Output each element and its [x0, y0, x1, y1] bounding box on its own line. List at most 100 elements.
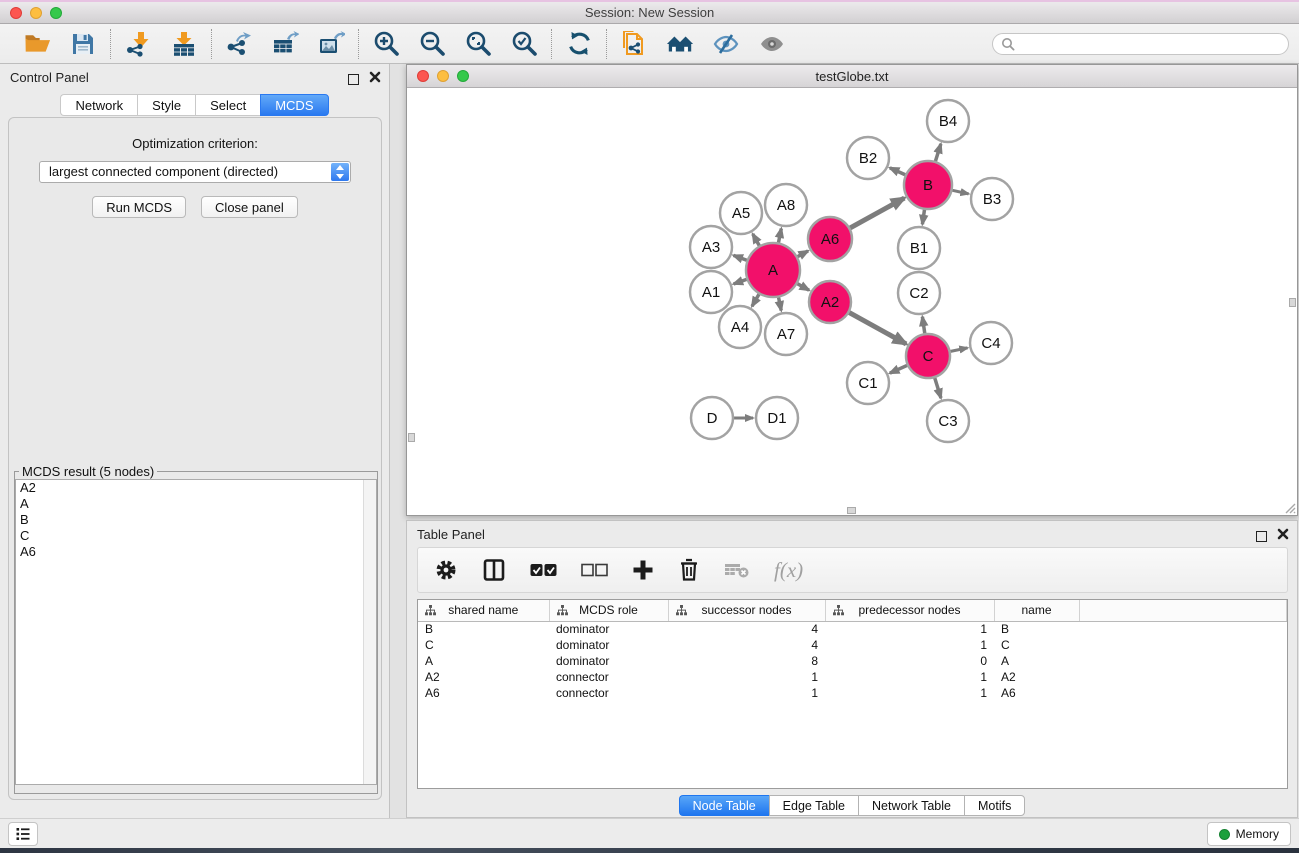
deselect-all-checkbox-icon[interactable]: [581, 562, 608, 578]
column-header-name[interactable]: name: [994, 600, 1079, 621]
graph-edge-A6-B[interactable]: [850, 198, 904, 228]
close-panel-button[interactable]: Close panel: [201, 196, 298, 218]
zoom-out-icon[interactable]: [418, 30, 446, 58]
refresh-icon[interactable]: [565, 30, 593, 58]
table-row[interactable]: A6connector 11 A6: [418, 685, 1287, 701]
graph-edge-A2-C[interactable]: [849, 313, 906, 344]
column-header-mcds-role[interactable]: MCDS role: [549, 600, 668, 621]
table-row[interactable]: A2connector 11 A2: [418, 669, 1287, 685]
tab-style[interactable]: Style: [137, 94, 195, 116]
graph-edge-A-A1[interactable]: [734, 279, 747, 284]
show-details-eye-icon[interactable]: [758, 30, 786, 58]
window-resize-grip[interactable]: [1282, 500, 1296, 514]
memory-button[interactable]: Memory: [1207, 822, 1291, 846]
frame-resize-mark[interactable]: [408, 433, 415, 442]
export-network-icon[interactable]: [225, 30, 253, 58]
import-table-icon[interactable]: [170, 30, 198, 58]
column-header-predecessor-nodes[interactable]: predecessor nodes: [825, 600, 994, 621]
workspace: Control Panel Network Style Select MCDS …: [0, 64, 1299, 818]
float-panel-icon[interactable]: [348, 74, 359, 85]
network-from-selection-icon[interactable]: [620, 30, 648, 58]
table-row[interactable]: Adominator 80 A: [418, 653, 1287, 669]
status-bar: Memory: [0, 818, 1299, 848]
import-network-icon[interactable]: [124, 30, 152, 58]
graph-node-label-A2: A2: [821, 294, 839, 311]
network-window-titlebar[interactable]: testGlobe.txt: [407, 65, 1297, 88]
graph-node-label-D: D: [707, 410, 718, 427]
float-table-panel-icon[interactable]: [1256, 531, 1267, 542]
close-panel-icon[interactable]: [369, 70, 381, 88]
main-toolbar: [0, 24, 1299, 64]
mcds-result-item[interactable]: A: [16, 496, 376, 512]
task-history-button[interactable]: [8, 822, 38, 846]
graph-edge-A-A8[interactable]: [778, 229, 781, 243]
tab-node-table[interactable]: Node Table: [679, 795, 769, 816]
graph-edge-B-B3[interactable]: [952, 190, 968, 194]
open-session-icon[interactable]: [23, 30, 51, 58]
network-window-title: testGlobe.txt: [407, 69, 1297, 84]
graph-node-label-B: B: [923, 177, 933, 194]
column-header-shared-name[interactable]: shared name: [418, 600, 549, 621]
tab-edge-table[interactable]: Edge Table: [769, 795, 858, 816]
tab-network-table[interactable]: Network Table: [858, 795, 964, 816]
zoom-in-icon[interactable]: [372, 30, 400, 58]
table-settings-gear-icon[interactable]: [434, 558, 458, 582]
add-column-icon[interactable]: [632, 559, 654, 581]
show-column-icon[interactable]: [482, 558, 506, 582]
tab-select[interactable]: Select: [195, 94, 260, 116]
graph-edge-A-A4[interactable]: [752, 294, 759, 306]
home-layout-icon[interactable]: [666, 30, 694, 58]
graph-edge-B-B4[interactable]: [935, 144, 940, 161]
export-table-icon[interactable]: [271, 30, 299, 58]
graph-edge-C-C4[interactable]: [951, 348, 968, 352]
mcds-result-item[interactable]: B: [16, 512, 376, 528]
select-all-checkbox-icon[interactable]: [530, 562, 557, 578]
control-panel-header: Control Panel: [0, 64, 389, 90]
delete-column-trash-icon[interactable]: [678, 558, 700, 582]
control-panel-title: Control Panel: [10, 70, 89, 85]
delete-table-icon[interactable]: [724, 561, 750, 579]
graph-node-label-A4: A4: [731, 319, 749, 336]
graph-node-label-D1: D1: [767, 410, 786, 427]
network-canvas[interactable]: AA1A2A3A4A5A6A7A8BB1B2B3B4CC1C2C3C4DD1: [407, 88, 1297, 515]
mcds-result-item[interactable]: A6: [16, 544, 376, 560]
graph-edge-B-B2[interactable]: [890, 168, 905, 175]
table-row[interactable]: Bdominator 41 B: [418, 621, 1287, 637]
frame-resize-mark[interactable]: [847, 507, 856, 514]
table-panel-header: Table Panel: [407, 521, 1297, 547]
graph-node-label-A6: A6: [821, 231, 839, 248]
export-image-icon[interactable]: [317, 30, 345, 58]
graph-node-label-B3: B3: [983, 191, 1001, 208]
criterion-dropdown[interactable]: largest connected component (directed): [39, 161, 351, 183]
save-session-icon[interactable]: [69, 30, 97, 58]
mcds-result-item[interactable]: C: [16, 528, 376, 544]
graph-edge-C-C3[interactable]: [935, 378, 941, 398]
graph-edge-A-A2[interactable]: [797, 284, 809, 291]
control-panel: Control Panel Network Style Select MCDS …: [0, 64, 390, 818]
search-box: [992, 33, 1289, 55]
list-scrollbar[interactable]: [363, 480, 376, 784]
run-mcds-button[interactable]: Run MCDS: [92, 196, 186, 218]
graph-edge-C-C1[interactable]: [890, 365, 907, 373]
column-header-filler: [1079, 600, 1287, 621]
close-table-panel-icon[interactable]: [1277, 527, 1289, 545]
graph-edge-A-A7[interactable]: [779, 297, 782, 310]
zoom-selected-icon[interactable]: [510, 30, 538, 58]
graph-edge-A-A6[interactable]: [798, 251, 808, 257]
mcds-result-item[interactable]: A2: [16, 480, 376, 496]
graph-edge-C-C2[interactable]: [922, 317, 924, 333]
column-header-successor-nodes[interactable]: successor nodes: [668, 600, 825, 621]
zoom-fit-icon[interactable]: [464, 30, 492, 58]
graph-edge-B-B1[interactable]: [922, 210, 924, 224]
hierarchy-icon: [676, 605, 687, 619]
tab-network[interactable]: Network: [60, 94, 137, 116]
table-row[interactable]: Cdominator 41 C: [418, 637, 1287, 653]
graph-edge-A-A5[interactable]: [753, 234, 760, 246]
hide-details-eye-icon[interactable]: [712, 30, 740, 58]
tab-motifs[interactable]: Motifs: [964, 795, 1025, 816]
search-input[interactable]: [992, 33, 1289, 55]
tab-mcds[interactable]: MCDS: [260, 94, 328, 116]
graph-edge-A-A3[interactable]: [734, 255, 747, 260]
graph-node-label-A: A: [768, 262, 778, 279]
frame-resize-mark[interactable]: [1289, 298, 1296, 307]
